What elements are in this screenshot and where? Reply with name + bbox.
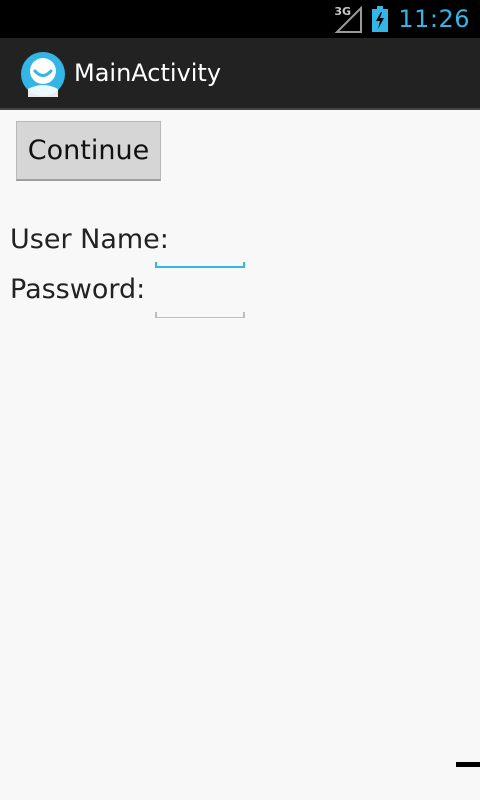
status-clock: 11:26 bbox=[398, 5, 470, 33]
username-field-container bbox=[155, 230, 245, 268]
network-type-label: 3G bbox=[334, 5, 352, 18]
signal-icon: 3G bbox=[334, 4, 364, 34]
battery-charging-icon bbox=[372, 6, 389, 32]
password-field-underline bbox=[155, 312, 245, 318]
action-bar: MainActivity bbox=[0, 38, 480, 110]
password-label: Password: bbox=[10, 274, 146, 305]
username-field[interactable] bbox=[155, 230, 245, 268]
username-field-underline bbox=[155, 262, 245, 268]
corner-mark bbox=[456, 762, 480, 767]
app-launcher-icon[interactable] bbox=[20, 51, 66, 97]
username-label: User Name: bbox=[10, 224, 169, 255]
action-bar-title: MainActivity bbox=[74, 59, 222, 87]
continue-button[interactable]: Continue bbox=[16, 121, 161, 181]
status-bar: 3G 11:26 bbox=[0, 0, 480, 38]
status-icons: 3G 11:26 bbox=[334, 0, 470, 38]
password-field[interactable] bbox=[155, 280, 245, 318]
password-field-container bbox=[155, 280, 245, 318]
